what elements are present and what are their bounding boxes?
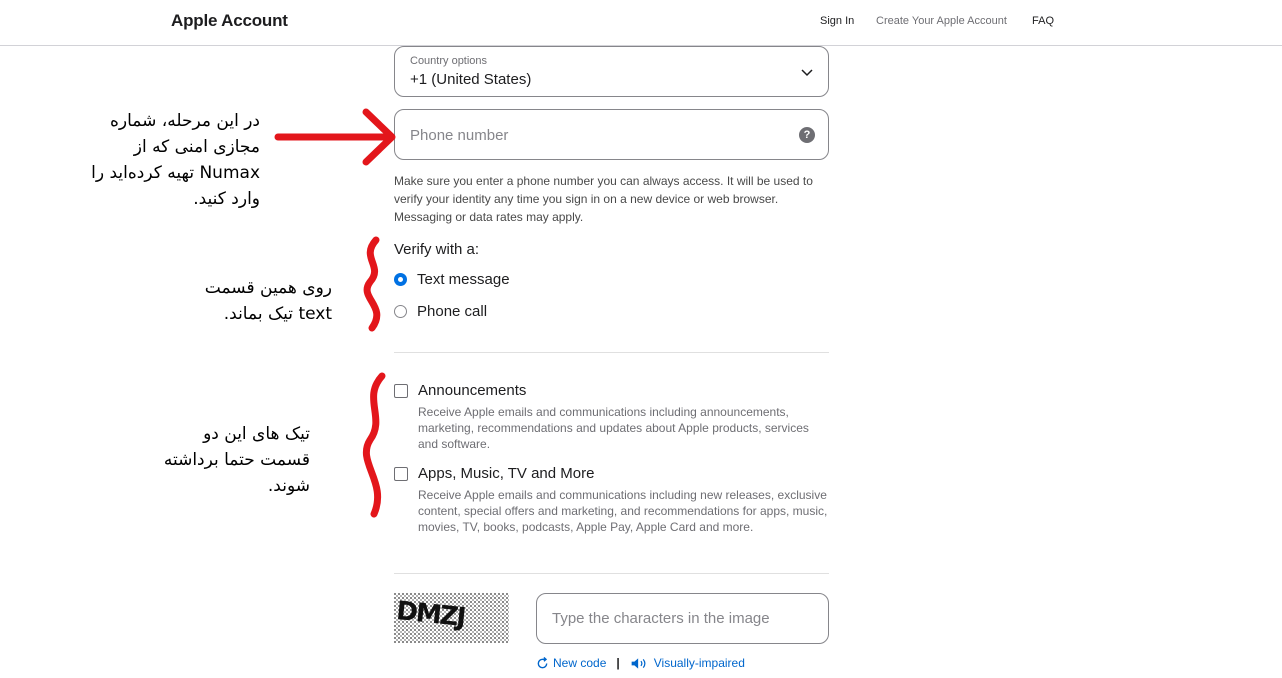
visually-impaired-link[interactable]: Visually-impaired <box>654 656 745 670</box>
speaker-icon <box>631 657 646 669</box>
chevron-down-icon <box>801 69 813 77</box>
checkbox-description: Receive Apple emails and communications … <box>418 405 809 451</box>
help-icon[interactable]: ? <box>799 127 815 143</box>
checkbox-icon[interactable] <box>394 383 408 398</box>
refresh-icon <box>537 656 548 668</box>
annotation-checkboxes: تیک های این دو قسمت حتما برداشته شوند. <box>163 424 310 496</box>
country-select-label: Country options <box>410 55 488 67</box>
radio-selected-icon[interactable] <box>394 273 407 286</box>
red-brace-icon <box>362 372 386 518</box>
new-code-link[interactable]: New code <box>553 656 606 670</box>
country-select[interactable]: Country options +1 (United States) <box>394 46 829 97</box>
nav-sign-in[interactable]: Sign In <box>820 15 854 27</box>
radio-label: Text message <box>417 271 510 288</box>
captcha-links: New code | Visually-impaired <box>536 656 745 670</box>
annotation-marks <box>274 108 396 518</box>
annotation-phone: در این مرحله، شماره مجازی امنی که از Num… <box>91 111 260 209</box>
brand-title[interactable]: Apple Account <box>171 11 288 31</box>
captcha-placeholder: Type the characters in the image <box>552 610 770 627</box>
captcha-image: DMZJ <box>394 593 509 643</box>
divider <box>394 573 829 574</box>
checkbox-icon[interactable] <box>394 466 408 481</box>
radio-unselected-icon[interactable] <box>394 305 407 318</box>
radio-text-message[interactable]: Text message <box>394 271 510 288</box>
verify-title: Verify with a: <box>394 241 480 258</box>
top-navigation-bar: Apple Account Sign In Create Your Apple … <box>0 0 1282 46</box>
checkbox-label: Apps, Music, TV and More <box>418 465 595 482</box>
annotation-verify: روی همین قسمت text تیک بماند. <box>204 278 332 324</box>
phone-number-field[interactable]: Phone number ? <box>394 109 829 160</box>
nav-faq[interactable]: FAQ <box>1032 15 1054 27</box>
nav-create-account[interactable]: Create Your Apple Account <box>876 15 1007 27</box>
phone-number-placeholder: Phone number <box>410 127 509 144</box>
captcha-input[interactable]: Type the characters in the image <box>536 593 829 644</box>
red-brace-icon <box>363 236 381 332</box>
red-arrow-icon <box>274 108 396 166</box>
radio-label: Phone call <box>417 303 488 320</box>
link-separator: | <box>616 656 620 670</box>
divider <box>394 352 829 353</box>
checkbox-apps-music-tv[interactable]: Apps, Music, TV and More <box>394 465 594 482</box>
radio-phone-call[interactable]: Phone call <box>394 303 487 320</box>
checkbox-announcements[interactable]: Announcements <box>394 382 526 399</box>
phone-note: Make sure you enter a phone number you c… <box>394 174 813 224</box>
checkbox-description: Receive Apple emails and communications … <box>418 488 828 534</box>
checkbox-label: Announcements <box>418 382 527 399</box>
country-select-value: +1 (United States) <box>410 71 532 88</box>
